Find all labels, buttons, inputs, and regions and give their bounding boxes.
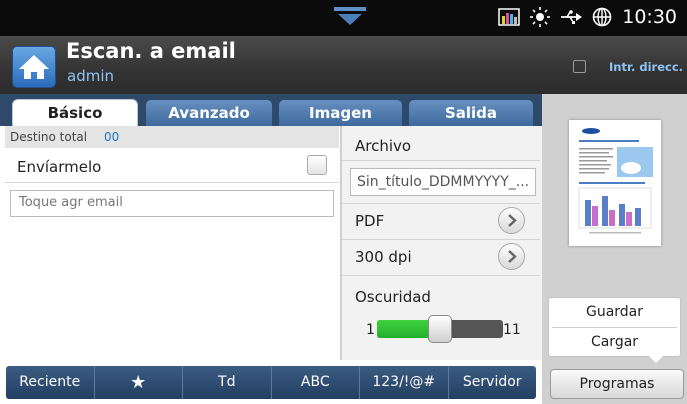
document-preview[interactable] [569,120,661,246]
document-thumbnail-icon [569,120,661,246]
filename-row [342,160,540,204]
send-to-me-checkbox[interactable] [307,155,327,175]
tab-imagen[interactable]: Imagen [278,99,403,126]
destination-label: Destino total [10,130,88,144]
abc-button[interactable]: ABC [272,366,360,399]
popup-pointer [648,355,664,363]
symbols-button[interactable]: 123/!@# [360,366,449,399]
tab-salida[interactable]: Salida [408,99,534,126]
popup-item-cargar[interactable]: Cargar [549,328,680,357]
clock: 10:30 [622,6,677,28]
darkness-min-label: 1 [366,322,375,338]
chevron-right-icon [508,214,517,227]
format-value: PDF [355,212,385,230]
status-icons: 10:30 [498,6,677,28]
tab-avanzado[interactable]: Avanzado [145,99,273,126]
resolution-arrow-button[interactable] [498,243,525,270]
server-button[interactable]: Servidor [449,366,537,399]
chevron-right-icon [508,250,517,263]
email-input[interactable]: Toque agr email [10,190,334,217]
toner-icon [498,8,520,26]
programs-button[interactable]: Programas [550,369,684,399]
format-arrow-button[interactable] [498,207,525,234]
tab-basico[interactable]: Básico [12,99,138,127]
address-book-button[interactable]: Intr. direcc. [609,60,683,74]
user-name: admin [67,67,114,85]
darkness-label: Oscuridad [355,288,431,306]
sun-icon [530,7,551,27]
darkness-max-label: 11 [503,322,521,338]
home-icon [19,55,49,79]
send-to-me-label: Envíarmelo [17,158,102,176]
destination-count: 00 [104,130,120,144]
home-button[interactable] [12,46,56,88]
popup-item-guardar[interactable]: Guardar [549,298,680,327]
usb-icon [561,10,583,24]
notification-pull-icon[interactable] [333,6,367,26]
file-label: Archivo [355,137,412,155]
page-title: Escan. a email [66,39,236,63]
all-button[interactable]: Td [183,366,272,399]
quick-access-bar: Reciente ★ Td ABC 123/!@# Servidor [6,366,536,399]
resolution-value: 300 dpi [355,248,412,266]
recent-button[interactable]: Reciente [6,366,95,399]
globe-icon [592,7,612,27]
address-book-icon[interactable] [573,60,586,73]
darkness-slider-thumb[interactable] [428,315,452,343]
divider [5,182,339,183]
favorites-star-icon[interactable]: ★ [95,366,183,399]
